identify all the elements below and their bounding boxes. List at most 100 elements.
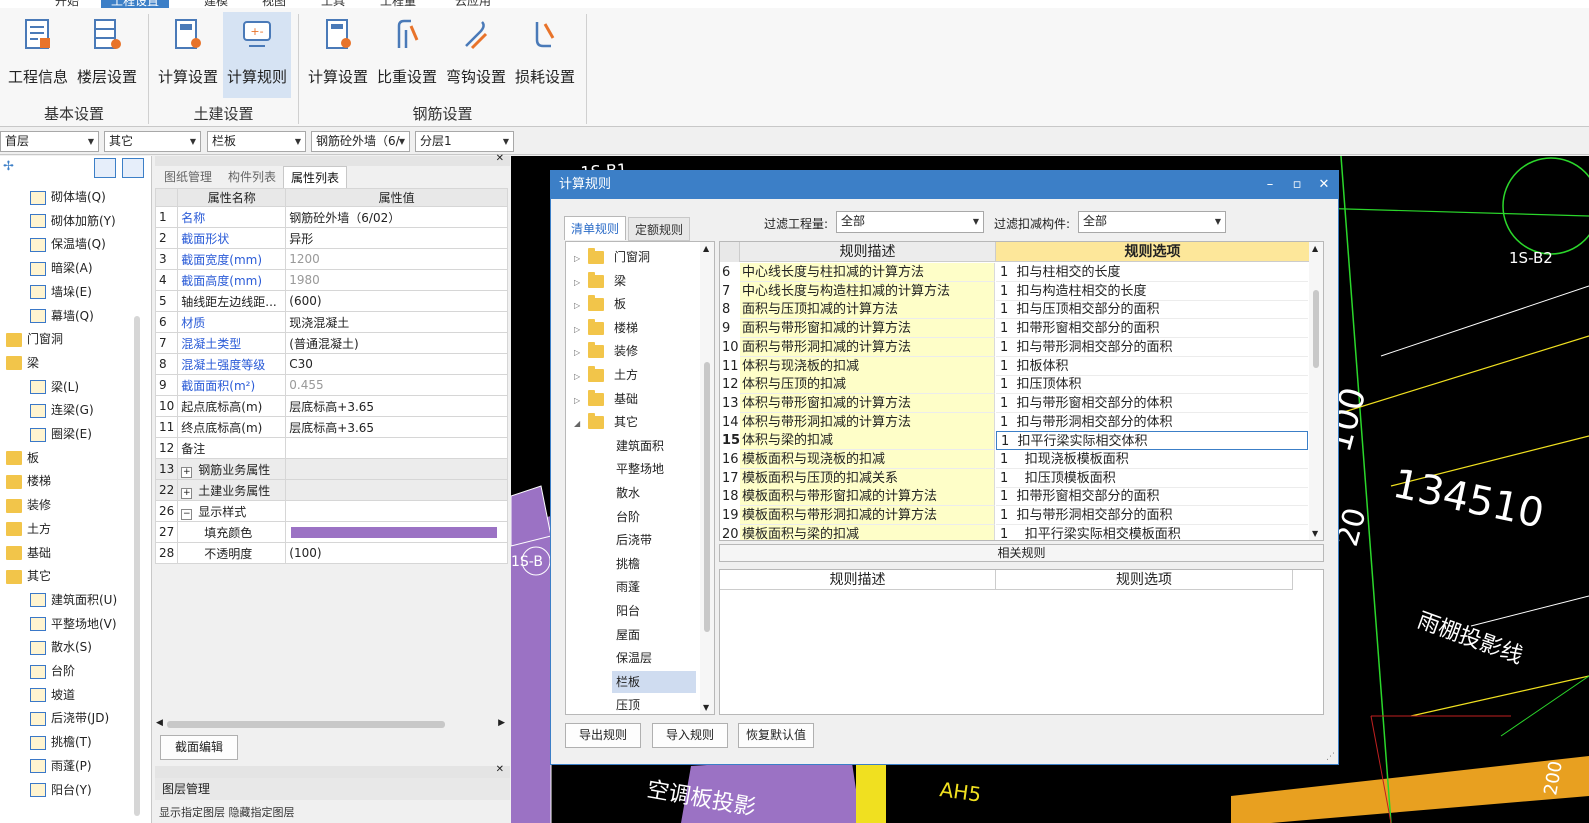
menu-tab-cloud[interactable]: 云应用 — [455, 0, 491, 8]
tree-item[interactable]: 门窗洞 — [6, 328, 63, 350]
property-row[interactable]: 3 截面宽度(mm) 1200 — [154, 248, 508, 270]
property-row[interactable]: 2 截面形状 异形 — [154, 227, 508, 249]
menu-tab-start[interactable]: 开始 — [55, 0, 79, 8]
expand-arrow-icon[interactable]: ▷ — [574, 366, 588, 388]
rules-tree-item[interactable]: 保温层 — [616, 647, 652, 669]
tree-item[interactable]: 坡道 — [30, 684, 75, 706]
component-select[interactable]: 钢筋砼外墙（6/▼ — [311, 131, 410, 152]
tree-item[interactable]: 墙垛(E) — [30, 281, 92, 303]
property-row[interactable]: 22 + 土建业务属性 — [154, 479, 508, 501]
tree-item[interactable]: 梁(L) — [30, 376, 79, 398]
tree-item[interactable]: 建筑面积(U) — [30, 589, 117, 611]
rule-row[interactable]: 13 体积与带形窗扣减的计算方法 1 扣与带形窗相交部分的体积 — [720, 393, 1309, 413]
collapse-icon[interactable]: − — [181, 508, 193, 520]
expand-arrow-icon[interactable]: ▷ — [574, 342, 588, 364]
rule-row[interactable]: 14 体积与带形洞扣减的计算方法 1 扣与带形洞相交部分的体积 — [720, 412, 1309, 432]
scroll-thumb[interactable] — [1313, 290, 1319, 368]
rules-tree-item[interactable]: 压顶 — [616, 694, 640, 714]
category-select[interactable]: 其它 ▼ — [104, 131, 201, 152]
property-row[interactable]: 9 截面面积(m²) 0.455 — [154, 374, 508, 396]
property-value[interactable]: 现浇混凝土 — [285, 311, 508, 333]
rules-tree-item[interactable]: ▷ 板 — [574, 293, 626, 315]
filter-component-select[interactable]: 全部 ▼ — [1078, 211, 1226, 233]
menu-tab-view[interactable]: 视图 — [262, 0, 286, 8]
property-value[interactable] — [285, 458, 508, 480]
rule-option[interactable]: 1 扣与带形洞相交部分的面积 — [996, 338, 1308, 357]
floor-select[interactable]: 首层 ▼ — [0, 131, 99, 152]
rule-row[interactable]: 15 体积与梁的扣减 1 扣平行梁实际相交体积 — [720, 431, 1309, 451]
rules-tree-item[interactable]: ▷ 楼梯 — [574, 317, 638, 339]
property-row[interactable]: 4 截面高度(mm) 1980 — [154, 269, 508, 291]
scroll-down-icon[interactable]: ▼ — [703, 703, 709, 712]
property-value[interactable] — [285, 479, 508, 501]
tree-item[interactable]: 台阶 — [30, 660, 75, 682]
fill-color-swatch[interactable] — [291, 526, 498, 538]
rule-row[interactable]: 9 面积与带形窗扣减的计算方法 1 扣带形窗相交部分的面积 — [720, 319, 1309, 339]
rule-row[interactable]: 10 面积与带形洞扣减的计算方法 1 扣与带形洞相交部分的面积 — [720, 337, 1309, 357]
property-value[interactable]: 层底标高+3.65 — [285, 416, 508, 438]
tab-property-list[interactable]: 属性列表 — [283, 166, 348, 188]
tree-item[interactable]: 砌体墙(Q) — [30, 186, 106, 208]
tree-scrollbar[interactable]: ▲ ▼ — [700, 242, 714, 714]
tree-item[interactable]: 雨蓬(P) — [30, 755, 92, 777]
rule-row[interactable]: 16 模板面积与现浇板的扣减 1 扣现浇板模板面积 — [720, 450, 1309, 469]
expand-arrow-icon[interactable]: ▷ — [574, 390, 588, 412]
expand-arrow-icon[interactable]: ▷ — [574, 319, 588, 341]
layer-select[interactable]: 分层1 ▼ — [415, 131, 514, 152]
detail-view-icon[interactable] — [122, 158, 144, 178]
rules-tree-item[interactable]: ▷ 梁 — [574, 270, 626, 292]
tree-item[interactable]: 圈梁(E) — [30, 423, 92, 445]
tab-quota-rules[interactable]: 定额规则 — [628, 217, 691, 241]
type-select[interactable]: 栏板 ▼ — [207, 131, 306, 152]
close-icon[interactable]: ✕ — [1311, 171, 1337, 199]
property-value[interactable]: 异形 — [285, 227, 508, 249]
tree-item[interactable]: 装修 — [6, 494, 51, 516]
rule-row[interactable]: 11 体积与现浇板的扣减 1 扣板体积 — [720, 356, 1309, 376]
property-value[interactable]: C30 — [285, 353, 508, 375]
menu-tab-project-settings[interactable]: 工程设置 — [101, 0, 170, 8]
property-row[interactable]: 27 填充颜色 — [154, 521, 508, 543]
loss-settings-button[interactable]: 损耗设置 — [511, 12, 579, 98]
tree-item[interactable]: 平整场地(V) — [30, 613, 117, 635]
rules-tree-item[interactable]: 平整场地 — [616, 458, 664, 480]
scroll-thumb[interactable] — [167, 721, 445, 728]
rule-option[interactable]: 1 扣带形窗相交部分的面积 — [996, 319, 1308, 339]
rules-tree-item[interactable]: ▷ 土方 — [574, 364, 638, 386]
floor-settings-button[interactable]: 楼层设置 — [73, 12, 141, 98]
tree-item[interactable]: 暗梁(A) — [30, 257, 93, 279]
import-rules-button[interactable]: 导入规则 — [652, 723, 728, 748]
dialog-title-bar[interactable]: 计算规则 — [551, 171, 1338, 199]
rule-option[interactable]: 1 扣与带形洞相交部分的面积 — [996, 506, 1308, 526]
scroll-down-icon[interactable]: ▼ — [1312, 529, 1318, 538]
property-row[interactable]: 6 材质 现浇混凝土 — [154, 311, 508, 333]
tree-item[interactable]: 梁 — [6, 352, 39, 374]
rule-row[interactable]: 6 中心线长度与柱扣减的计算方法 1 扣与柱相交的长度 — [720, 263, 1309, 282]
rules-tree-item[interactable]: 散水 — [616, 482, 640, 504]
civil-calc-settings-button[interactable]: 计算设置 — [154, 12, 222, 98]
rules-tree-item[interactable]: ▷ 基础 — [574, 388, 638, 410]
property-row[interactable]: 1 名称 钢筋砼外墙（6/02） — [154, 206, 508, 228]
tree-item[interactable]: 后浇带(JD) — [30, 707, 109, 729]
rule-option[interactable]: 1 扣与带形洞相交部分的体积 — [996, 413, 1308, 432]
pin-icon[interactable]: ✢ — [3, 159, 17, 174]
property-value[interactable]: (600) — [285, 290, 508, 312]
expand-arrow-icon[interactable]: ▷ — [574, 272, 588, 294]
filter-project-select[interactable]: 全部 ▼ — [836, 211, 984, 233]
property-value[interactable] — [285, 500, 508, 522]
property-value[interactable]: (普通混凝土) — [285, 332, 508, 354]
rule-row[interactable]: 19 模板面积与带形洞扣减的计算方法 1 扣与带形洞相交部分的面积 — [720, 506, 1309, 526]
tree-item[interactable]: 土方 — [6, 518, 51, 540]
property-row[interactable]: 7 混凝土类型 (普通混凝土) — [154, 332, 508, 354]
expand-icon[interactable]: + — [181, 466, 193, 478]
tree-item[interactable]: 保温墙(Q) — [30, 233, 106, 255]
menu-tab-quantity[interactable]: 工程量 — [380, 0, 416, 8]
menu-tab-tools[interactable]: 工具 — [321, 0, 345, 8]
rebar-calc-settings-button[interactable]: 计算设置 — [304, 12, 372, 98]
resize-grip-icon[interactable]: ⋰ — [1326, 752, 1335, 762]
rule-row[interactable]: 8 面积与压顶扣减的计算方法 1 扣与压顶相交部分的面积 — [720, 300, 1309, 320]
menu-tab-modeling[interactable]: 建模 — [204, 0, 228, 8]
hook-settings-button[interactable]: 弯钩设置 — [442, 12, 510, 98]
property-value[interactable]: 层底标高+3.65 — [285, 395, 508, 417]
property-value[interactable] — [285, 437, 508, 459]
property-value[interactable]: 1200 — [285, 248, 508, 270]
